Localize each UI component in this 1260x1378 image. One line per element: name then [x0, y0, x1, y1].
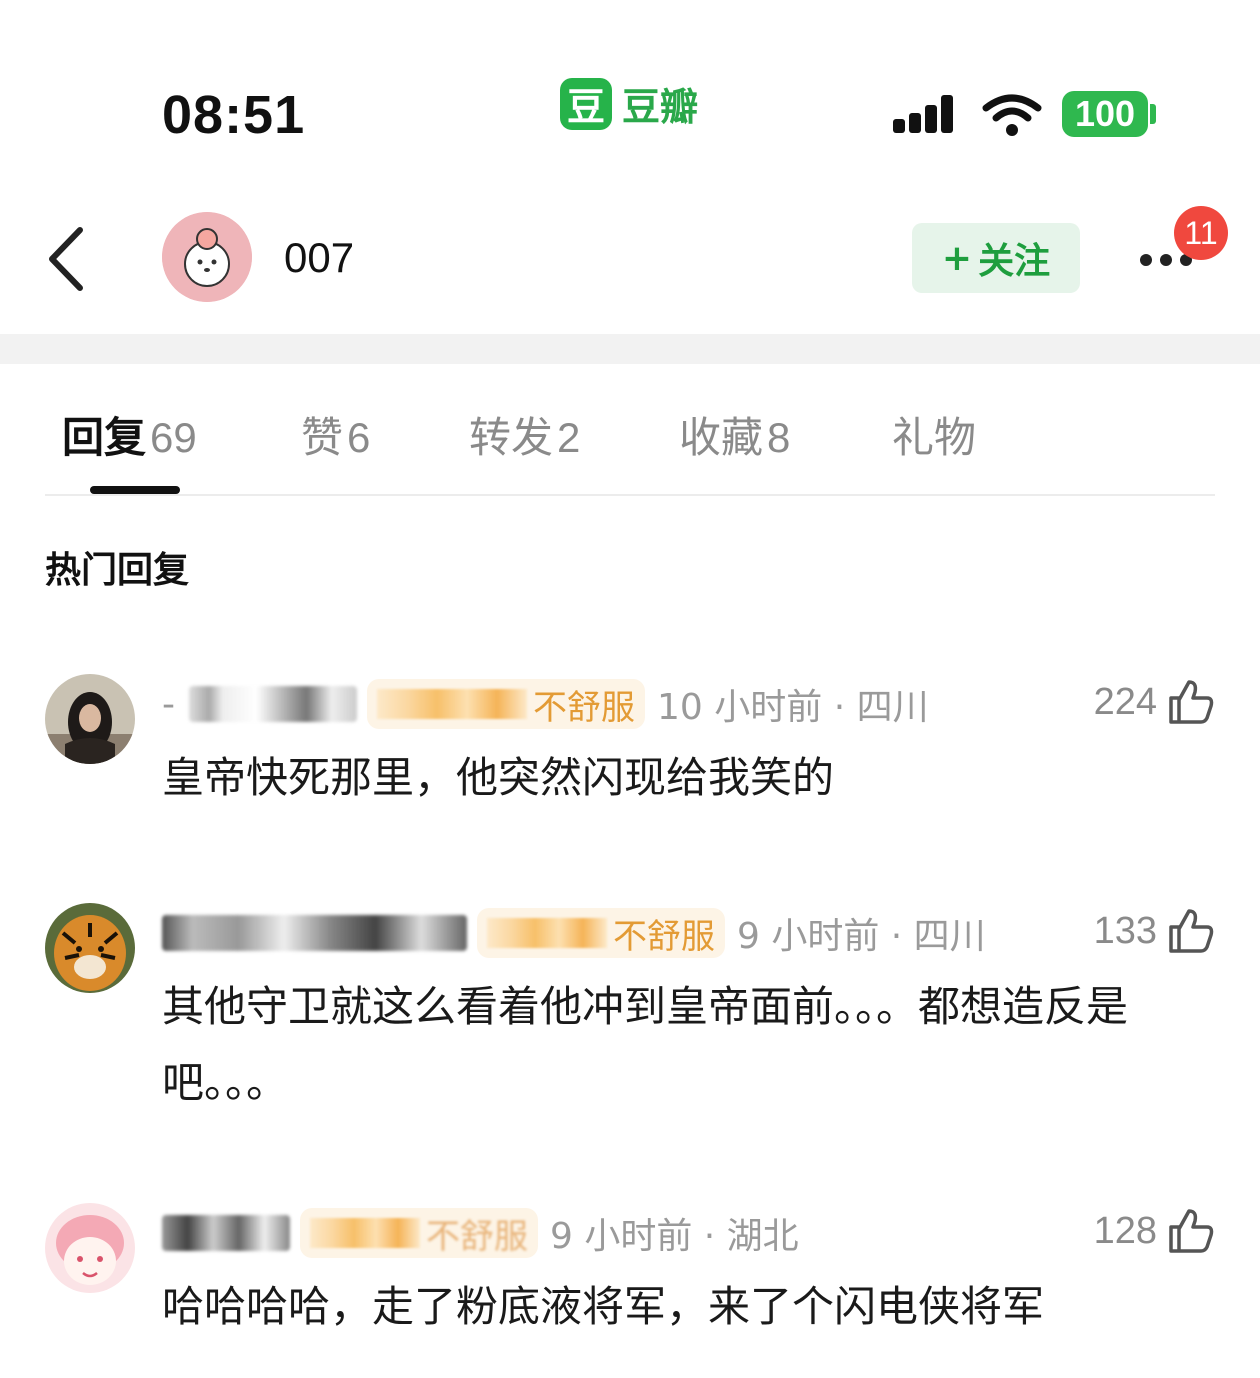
wifi-icon	[982, 94, 1042, 136]
follow-label: 关注	[978, 241, 1051, 282]
tag-label: 不舒服	[426, 1216, 528, 1257]
commenter-name-redacted[interactable]	[162, 915, 467, 951]
commenter-name-redacted[interactable]	[162, 1215, 290, 1251]
like-button[interactable]: 224	[1094, 678, 1215, 726]
tag-label: 不舒服	[613, 916, 715, 957]
tab-count: 6	[347, 414, 371, 461]
tab-likes[interactable]: 赞6	[301, 404, 370, 465]
tab-label: 赞	[301, 413, 344, 462]
status-bar: 08:51 豆 豆瓣 100	[0, 0, 1260, 180]
tab-gifts[interactable]: 礼物	[892, 404, 976, 465]
app-indicator: 豆 豆瓣	[560, 76, 698, 131]
name-prefix: -	[162, 683, 175, 725]
tab-replies[interactable]: 回复69	[62, 404, 197, 465]
tag-redacted	[310, 1218, 420, 1248]
comment-text: 皇帝快死那里，他突然闪现给我笑的	[162, 753, 835, 802]
like-button[interactable]: 128	[1094, 1207, 1215, 1255]
like-count: 224	[1093, 680, 1157, 723]
tab-label: 回复	[62, 413, 147, 462]
panda-avatar-icon	[162, 212, 252, 302]
active-tab-indicator	[90, 486, 180, 494]
back-arrow-icon[interactable]	[40, 224, 90, 294]
tag-redacted	[487, 918, 607, 948]
tag-label: 不舒服	[533, 687, 635, 728]
like-count: 128	[1093, 1209, 1157, 1252]
tab-count: 2	[557, 414, 581, 461]
anime-avatar-icon	[45, 1203, 135, 1293]
post-header: 007 + 关注 11	[0, 180, 1260, 334]
photo-avatar-icon	[45, 674, 135, 764]
status-tag: 不舒服	[300, 1208, 538, 1258]
comment-meta: 不舒服 9 小时前 · 湖北	[162, 1207, 799, 1259]
tab-reshares[interactable]: 转发2	[469, 404, 580, 465]
status-tag: 不舒服	[477, 908, 725, 958]
signal-icon	[893, 95, 961, 137]
plus-icon: +	[941, 237, 973, 279]
tab-collections[interactable]: 收藏8	[679, 404, 790, 465]
comment-text: 哈哈哈哈，走了粉底液将军，来了个闪电侠将军	[162, 1282, 1045, 1331]
app-name: 豆瓣	[622, 85, 699, 129]
tab-label: 转发	[469, 413, 554, 462]
tab-label: 礼物	[892, 413, 977, 462]
username[interactable]: 007	[284, 234, 354, 282]
like-button[interactable]: 133	[1094, 907, 1215, 955]
status-tag: 不舒服	[367, 679, 645, 729]
battery-icon: 100	[1062, 91, 1148, 137]
tab-bar: 回复69 赞6 转发2 收藏8 礼物	[0, 364, 1260, 496]
comment-meta: 不舒服 9 小时前 · 四川	[162, 907, 986, 959]
thumbs-up-icon	[1169, 909, 1214, 953]
notification-badge[interactable]: 11	[1174, 206, 1228, 260]
thumbs-up-icon	[1169, 1209, 1214, 1253]
battery-tip	[1150, 104, 1156, 124]
commenter-avatar[interactable]	[45, 674, 135, 764]
section-divider	[0, 334, 1260, 364]
thumbs-up-icon	[1169, 680, 1214, 724]
like-count: 133	[1093, 909, 1157, 952]
tab-count: 8	[767, 414, 791, 461]
tiger-avatar-icon	[45, 903, 135, 993]
comment-time-location: 9 小时前 · 四川	[737, 916, 986, 957]
commenter-name-redacted[interactable]	[189, 686, 357, 722]
hot-replies-heading: 热门回复	[45, 550, 190, 591]
commenter-avatar[interactable]	[45, 1203, 135, 1293]
tab-label: 收藏	[679, 413, 764, 462]
commenter-avatar[interactable]	[45, 903, 135, 993]
comment-meta: - 不舒服 10 小时前 · 四川	[162, 678, 929, 730]
comment-time-location: 10 小时前 · 四川	[657, 687, 929, 728]
tag-redacted	[377, 689, 527, 719]
follow-button[interactable]: + 关注	[912, 223, 1080, 293]
comment-text: 其他守卫就这么看着他冲到皇帝面前。。。都想造反是吧。。。	[162, 982, 1129, 1107]
tab-count: 69	[150, 414, 197, 461]
status-time: 08:51	[162, 85, 306, 145]
comment-time-location: 9 小时前 · 湖北	[550, 1216, 799, 1257]
user-avatar[interactable]	[162, 212, 252, 302]
douban-logo-icon: 豆	[560, 77, 612, 130]
tabs-underline	[45, 494, 1215, 496]
